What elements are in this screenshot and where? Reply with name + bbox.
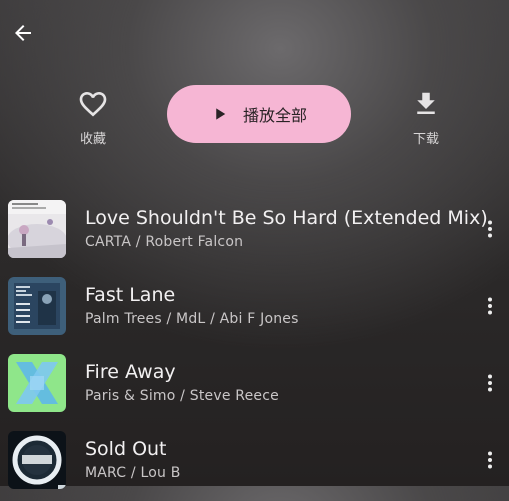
play-icon [216, 108, 226, 120]
album-cover [8, 200, 66, 258]
track-row[interactable]: Fast Lane Palm Trees / MdL / Abi F Jones [0, 277, 509, 347]
track-artists: MARC / Lou B [85, 465, 181, 481]
download-label: 下载 [412, 132, 439, 147]
play-all-label: 播放全部 [242, 106, 307, 125]
track-artists: Palm Trees / MdL / Abi F Jones [85, 311, 299, 327]
track-title: Sold Out [85, 438, 167, 460]
download-icon [417, 92, 435, 114]
more-vert-icon [488, 297, 492, 315]
more-options-button[interactable] [478, 368, 502, 398]
arrow-left-icon [15, 25, 31, 41]
more-options-button[interactable] [478, 445, 502, 475]
album-cover [8, 354, 66, 412]
album-cover [8, 431, 66, 489]
play-all-button[interactable]: 播放全部 [167, 85, 351, 143]
track-artists: CARTA / Robert Falcon [85, 234, 244, 250]
track-title: Fire Away [85, 361, 176, 383]
back-button[interactable] [8, 18, 38, 48]
track-row[interactable]: Sold Out MARC / Lou B [0, 431, 509, 501]
track-artists: Paris & Simo / Steve Reece [85, 388, 279, 404]
track-row[interactable]: Fire Away Paris & Simo / Steve Reece [0, 354, 509, 424]
more-vert-icon [488, 374, 492, 392]
more-options-button[interactable] [478, 291, 502, 321]
more-vert-icon [488, 220, 492, 238]
heart-outline-icon [79, 92, 107, 117]
track-row[interactable]: Love Shouldn't Be So Hard (Extended Mix)… [0, 200, 509, 270]
more-vert-icon [488, 451, 492, 469]
more-options-button[interactable] [478, 214, 502, 244]
download-button[interactable]: 下载 [401, 88, 451, 147]
track-title: Fast Lane [85, 284, 176, 306]
favorite-button[interactable]: 收藏 [68, 88, 118, 147]
track-title: Love Shouldn't Be So Hard (Extended Mix) [85, 207, 488, 229]
favorite-label: 收藏 [79, 132, 106, 147]
album-cover [8, 277, 66, 335]
